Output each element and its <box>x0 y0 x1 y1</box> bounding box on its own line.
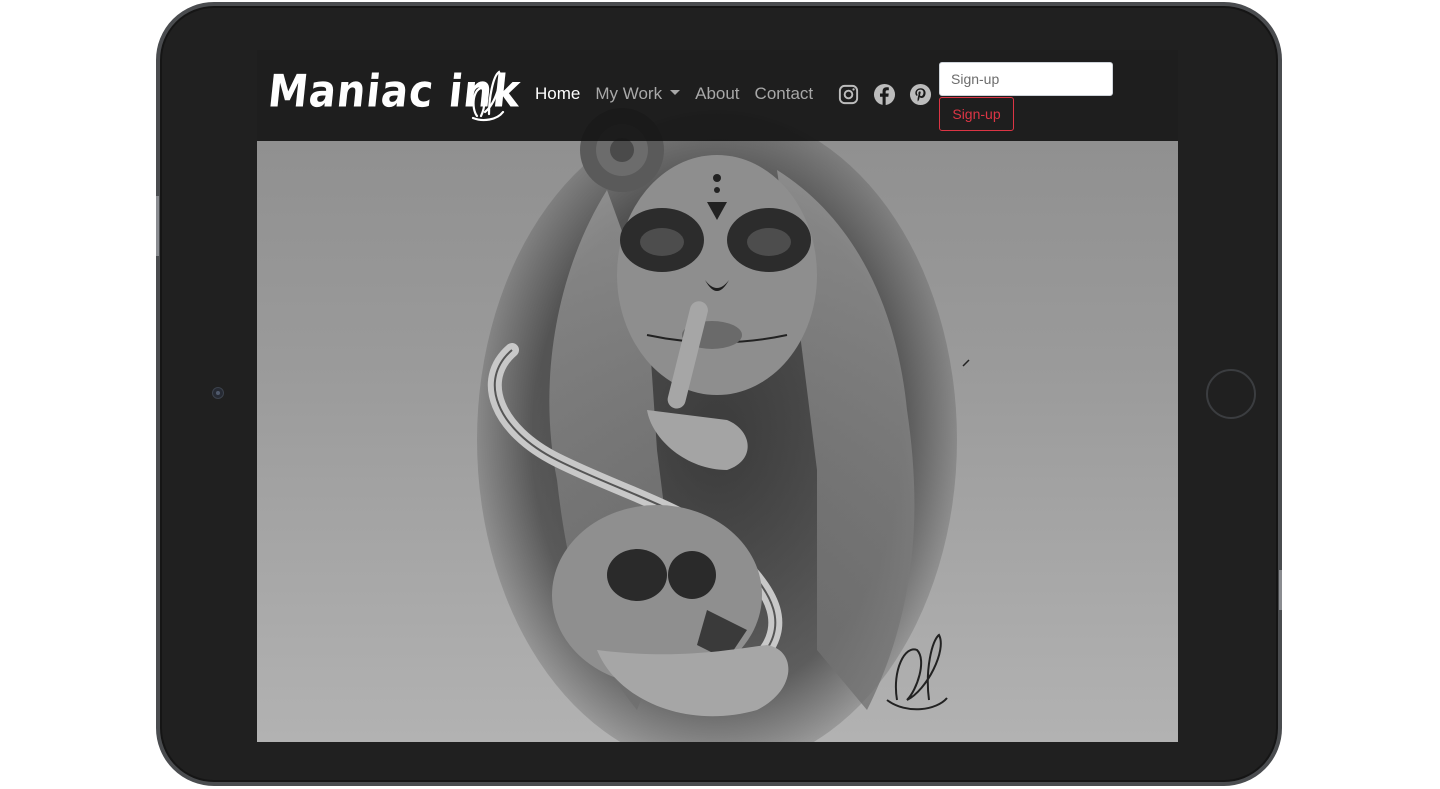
chevron-down-icon <box>670 90 681 96</box>
pinterest-icon[interactable] <box>909 83 932 106</box>
signup-input[interactable] <box>939 62 1113 96</box>
hero-tattoo-image <box>477 108 970 742</box>
facebook-icon[interactable] <box>873 83 896 106</box>
navbar: Maniac ink Home My Work About Contact Si… <box>257 50 1178 141</box>
home-button[interactable] <box>1206 369 1256 419</box>
camera-icon <box>212 387 224 399</box>
nav-link-home[interactable]: Home <box>535 84 580 104</box>
nav-link-contact[interactable]: Contact <box>755 84 814 104</box>
instagram-icon[interactable] <box>837 83 860 106</box>
nav-links: Home My Work About Contact <box>535 84 828 104</box>
tablet-side-edge <box>1279 570 1282 610</box>
nav-link-my-work[interactable]: My Work <box>595 84 681 104</box>
website-screen: Maniac ink Home My Work About Contact Si… <box>257 50 1178 742</box>
signup-button[interactable]: Sign-up <box>939 97 1014 131</box>
nav-link-about[interactable]: About <box>695 84 739 104</box>
tablet-side-edge <box>156 196 159 256</box>
butterfly-signature-icon <box>471 70 505 122</box>
nav-link-my-work-label: My Work <box>595 84 663 103</box>
